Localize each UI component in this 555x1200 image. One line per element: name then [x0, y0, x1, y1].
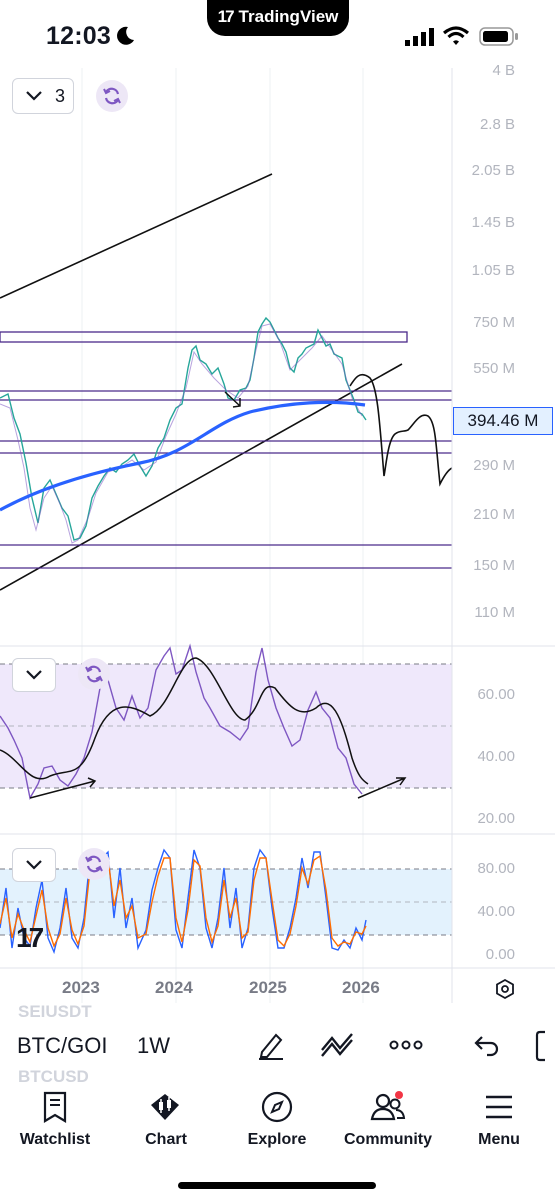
- time-axis-label: 2026: [342, 978, 380, 997]
- island-brand-label: TradingView: [238, 7, 339, 26]
- battery-icon: [479, 27, 518, 46]
- moon-icon: [117, 26, 134, 45]
- sync-icon: [103, 87, 121, 105]
- rsi-scale-label: 40.00: [477, 748, 515, 765]
- chart-settings-icon[interactable]: [494, 978, 516, 1000]
- home-indicator[interactable]: [178, 1182, 376, 1189]
- wifi-icon: [443, 26, 469, 45]
- draw-pen-icon[interactable]: [256, 1030, 286, 1060]
- ghost-symbol: SEIUSDT: [18, 1002, 92, 1021]
- tradingview-watermark-icon: 17: [16, 922, 44, 953]
- price-scale-label: 1.05 B: [471, 262, 515, 279]
- timeframe-button[interactable]: 1W: [137, 1033, 170, 1059]
- time-axis-label: 2023: [62, 978, 100, 997]
- time-axis-label: 2025: [249, 978, 287, 997]
- sync-button[interactable]: [96, 80, 128, 112]
- trendline-lower[interactable]: [0, 363, 403, 591]
- compass-icon: [261, 1091, 293, 1123]
- stoch-collapse-button[interactable]: [12, 848, 56, 882]
- tab-watchlist[interactable]: Watchlist: [0, 1091, 110, 1161]
- chevron-down-icon: [26, 91, 42, 101]
- price-scale-label: 210 M: [473, 506, 515, 523]
- more-icon[interactable]: [389, 1038, 423, 1052]
- rsi-scale-label: 60.00: [477, 686, 515, 703]
- undo-icon[interactable]: [473, 1034, 499, 1058]
- last-price-label: 394.46 M: [453, 407, 553, 435]
- tab-menu[interactable]: Menu: [444, 1091, 554, 1161]
- price-scale-label: 4 B: [492, 62, 515, 79]
- price-scale-label: 750 M: [473, 314, 515, 331]
- tab-label: Explore: [247, 1131, 307, 1148]
- cellular-signal-icon: [405, 28, 434, 46]
- tab-chart[interactable]: Chart: [111, 1091, 221, 1161]
- chart-icon: [151, 1094, 179, 1120]
- time-axis-label: 2024: [155, 978, 193, 997]
- island-brand: 17 TradingView: [207, 7, 349, 27]
- price-scale-label: 1.45 B: [471, 214, 515, 231]
- price-scale-label: 290 M: [473, 457, 515, 474]
- tab-label: Community: [344, 1131, 432, 1148]
- stoch-scale-label: 0.00: [485, 946, 515, 963]
- fullscreen-icon[interactable]: [535, 1030, 555, 1062]
- rsi-sync-button[interactable]: [78, 658, 110, 690]
- tab-explore[interactable]: Explore: [222, 1091, 332, 1161]
- price-scale-label: 550 M: [473, 360, 515, 377]
- menu-icon: [486, 1095, 512, 1119]
- price-scale-label: 150 M: [473, 557, 515, 574]
- symbol-button[interactable]: BTC/GOI: [17, 1033, 107, 1059]
- tab-label: Watchlist: [19, 1131, 91, 1148]
- rsi-collapse-button[interactable]: [12, 658, 56, 692]
- community-icon: [370, 1091, 406, 1121]
- dynamic-island: 17 TradingView: [207, 0, 349, 36]
- price-scale-label: 110 M: [474, 604, 515, 621]
- indicator-count: 3: [55, 86, 66, 106]
- resistance-box[interactable]: [0, 331, 408, 343]
- stoch-scale-label: 40.00: [477, 903, 515, 920]
- moving-average-line: [0, 400, 366, 512]
- watchlist-icon: [43, 1091, 67, 1123]
- ghost-symbol: BTCUSD: [18, 1067, 89, 1086]
- tab-label: Menu: [478, 1131, 520, 1148]
- chart-area[interactable]: 3 4 B 2.8 B 2.05 B 1.45 B 1.05 B 750 M 5…: [0, 62, 555, 1008]
- chevron-down-icon: [26, 670, 42, 680]
- stoch-sync-button[interactable]: [78, 848, 110, 880]
- rsi-scale-label: 20.00: [477, 810, 515, 827]
- chevron-down-icon: [26, 860, 42, 870]
- price-scale-label: 2.05 B: [471, 162, 515, 179]
- trendline-upper[interactable]: [0, 173, 273, 299]
- sync-icon: [85, 665, 103, 683]
- price-scale-label: 2.8 B: [479, 116, 515, 133]
- indicators-icon[interactable]: [320, 1032, 356, 1058]
- indicator-collapse-control[interactable]: 3: [12, 78, 74, 114]
- tab-label: Chart: [145, 1131, 187, 1148]
- status-bar: 12:03 17 TradingView: [0, 0, 555, 70]
- tradingview-logo-icon: 17: [217, 7, 235, 26]
- tab-community[interactable]: Community: [333, 1091, 443, 1161]
- price-series: [0, 316, 367, 541]
- status-time: 12:03: [46, 22, 111, 50]
- sync-icon: [85, 855, 103, 873]
- bottom-tab-bar: Watchlist Chart Explore Community Menu: [0, 1085, 555, 1165]
- stoch-scale-label: 80.00: [477, 860, 515, 877]
